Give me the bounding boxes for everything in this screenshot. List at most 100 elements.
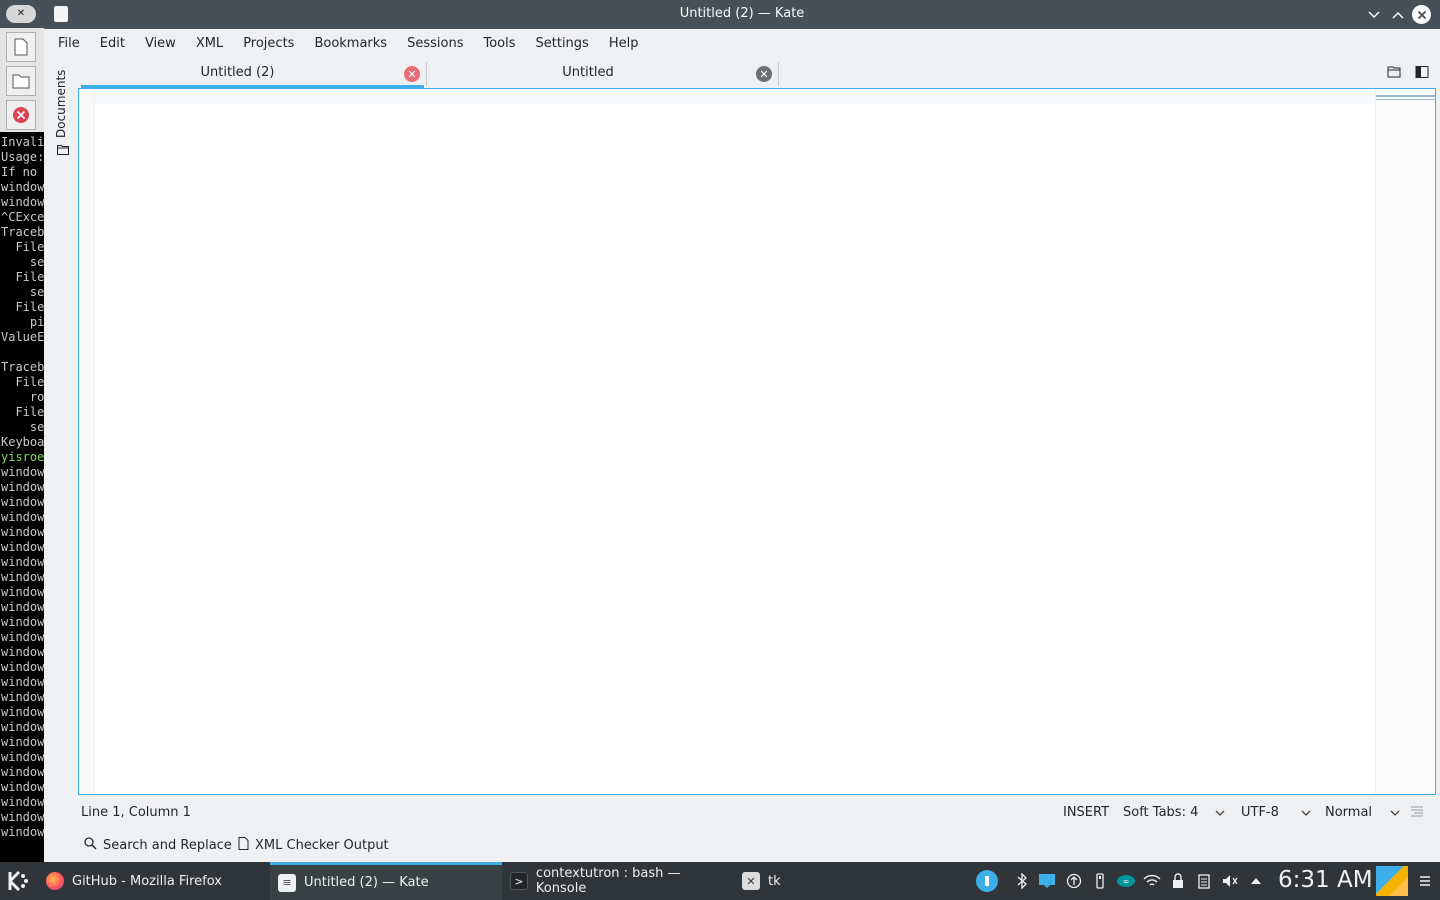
new-file-icon[interactable]: [6, 32, 36, 62]
task-label: tk: [768, 873, 781, 889]
text-editor-area[interactable]: [78, 88, 1436, 795]
terminal-line: File: [1, 240, 44, 254]
terminal-line: window: [1, 585, 44, 599]
xml-checker-toolview-button[interactable]: XML Checker Output: [238, 837, 389, 854]
task-firefox[interactable]: GitHub - Mozilla Firefox: [38, 862, 270, 900]
menu-settings[interactable]: Settings: [526, 30, 599, 58]
terminal-line: window: [1, 615, 44, 629]
tab-close-icon[interactable]: ✕: [404, 66, 420, 82]
usb-device-icon[interactable]: [1091, 872, 1109, 890]
bluetooth-icon[interactable]: [1013, 872, 1031, 890]
menu-sessions[interactable]: Sessions: [397, 30, 473, 58]
terminal-line: se: [1, 255, 44, 269]
stop-icon[interactable]: [6, 100, 36, 130]
toolview-bar: Search and Replace XML Checker Output: [44, 830, 1440, 860]
clock[interactable]: 6:31 AM: [1278, 867, 1373, 893]
menu-xml[interactable]: XML: [186, 30, 233, 58]
open-folder-icon[interactable]: [6, 66, 36, 96]
terminal-line: window: [1, 195, 44, 209]
terminal-line: window: [1, 480, 44, 494]
documents-sidebar-tab[interactable]: Documents: [44, 58, 79, 168]
updates-icon[interactable]: [1065, 872, 1083, 890]
terminal-line: window: [1, 525, 44, 539]
menu-projects[interactable]: Projects: [233, 30, 304, 58]
menu-bookmarks[interactable]: Bookmarks: [304, 30, 397, 58]
terminal-line: File: [1, 300, 44, 314]
background-terminal: ✕ Invali Usage: If no window window ^CExce Tra…: [0, 0, 44, 862]
terminal-line: window: [1, 750, 44, 764]
close-window-icon[interactable]: [1412, 5, 1431, 24]
terminal-line: se: [1, 420, 44, 434]
terminal-line: window: [1, 675, 44, 689]
panel-menu-icon[interactable]: [1416, 872, 1434, 890]
menu-file[interactable]: File: [48, 30, 90, 58]
cursor-position[interactable]: Line 1, Column 1: [81, 805, 191, 820]
quick-open-icon[interactable]: [1387, 65, 1403, 81]
terminal-side-toolbar: [0, 28, 44, 132]
terminal-line: window: [1, 555, 44, 569]
terminal-line: window: [1, 600, 44, 614]
tab-close-icon[interactable]: ✕: [756, 66, 772, 82]
indentation-setting[interactable]: Soft Tabs: 4: [1123, 805, 1225, 820]
lock-icon[interactable]: [1169, 872, 1187, 890]
terminal-line: ro: [1, 390, 44, 404]
menu-view[interactable]: View: [135, 30, 186, 58]
terminal-line: window: [1, 540, 44, 554]
terminal-line: window: [1, 630, 44, 644]
tab-untitled[interactable]: Untitled ✕: [428, 58, 778, 88]
maximize-icon[interactable]: [1388, 5, 1407, 24]
input-mode[interactable]: INSERT: [1063, 805, 1109, 820]
application-launcher-icon[interactable]: [4, 867, 32, 895]
terminal-line: File: [1, 270, 44, 284]
terminal-line: window: [1, 765, 44, 779]
terminal-line: window: [1, 465, 44, 479]
terminal-line: Invali: [1, 135, 44, 149]
terminal-line: File: [1, 375, 44, 389]
menu-help[interactable]: Help: [599, 30, 649, 58]
taskbar: GitHub - Mozilla Firefox ≡ Untitled (2) …: [0, 862, 1440, 900]
minimize-icon[interactable]: [1364, 5, 1383, 24]
terminal-line: window: [1, 645, 44, 659]
konsole-icon: >: [510, 872, 528, 890]
window-titlebar[interactable]: Untitled (2) — Kate: [44, 0, 1440, 29]
task-kate[interactable]: ≡ Untitled (2) — Kate: [270, 862, 502, 900]
notifications-icon[interactable]: [1038, 872, 1056, 890]
minimap-scrollbar[interactable]: [1375, 89, 1435, 794]
tk-icon: ✕: [742, 872, 760, 890]
current-line-highlight: [95, 90, 1375, 104]
task-tk[interactable]: ✕ tk: [734, 862, 966, 900]
tab-separator: [778, 62, 779, 86]
menu-edit[interactable]: Edit: [90, 30, 135, 58]
search-replace-toolview-button[interactable]: Search and Replace: [84, 837, 232, 854]
terminal-line: Usage:: [1, 150, 44, 164]
desktop-preview-icon[interactable]: [1376, 866, 1408, 896]
highlighting-mode[interactable]: Normal: [1325, 805, 1400, 820]
minimap-viewport[interactable]: [1376, 95, 1435, 100]
search-icon: [84, 837, 97, 854]
tab-separator: [426, 62, 427, 86]
terminal-line: Traceb: [1, 360, 44, 374]
clipboard-icon[interactable]: [1195, 872, 1213, 890]
highlighting-label: Normal: [1325, 805, 1373, 820]
task-label: GitHub - Mozilla Firefox: [72, 873, 222, 889]
tab-untitled-2[interactable]: Untitled (2) ✕: [79, 58, 426, 88]
search-replace-label: Search and Replace: [103, 838, 232, 853]
volume-icon[interactable]: [1221, 872, 1239, 890]
indentation-label: Soft Tabs: 4: [1123, 805, 1199, 820]
terminal-line: Keyboa: [1, 435, 44, 449]
password-manager-icon[interactable]: [976, 870, 998, 892]
encoding-setting[interactable]: UTF-8: [1241, 805, 1311, 820]
terminal-output: Invali Usage: If no window window ^CExce Trace…: [1, 135, 44, 840]
terminal-line: se: [1, 285, 44, 299]
word-wrap-icon[interactable]: [1410, 806, 1424, 822]
expand-tray-icon[interactable]: [1247, 872, 1265, 890]
wifi-icon[interactable]: [1143, 872, 1161, 890]
split-view-icon[interactable]: [1415, 65, 1431, 81]
task-konsole[interactable]: > contextutron : bash — Konsole: [502, 862, 734, 900]
menu-tools[interactable]: Tools: [473, 30, 525, 58]
task-label: contextutron : bash — Konsole: [535, 866, 681, 896]
terminal-line: window: [1, 780, 44, 794]
terminal-line: window: [1, 690, 44, 704]
arduino-icon[interactable]: ∞: [1116, 872, 1136, 890]
terminal-line: yisroe: [1, 450, 44, 464]
